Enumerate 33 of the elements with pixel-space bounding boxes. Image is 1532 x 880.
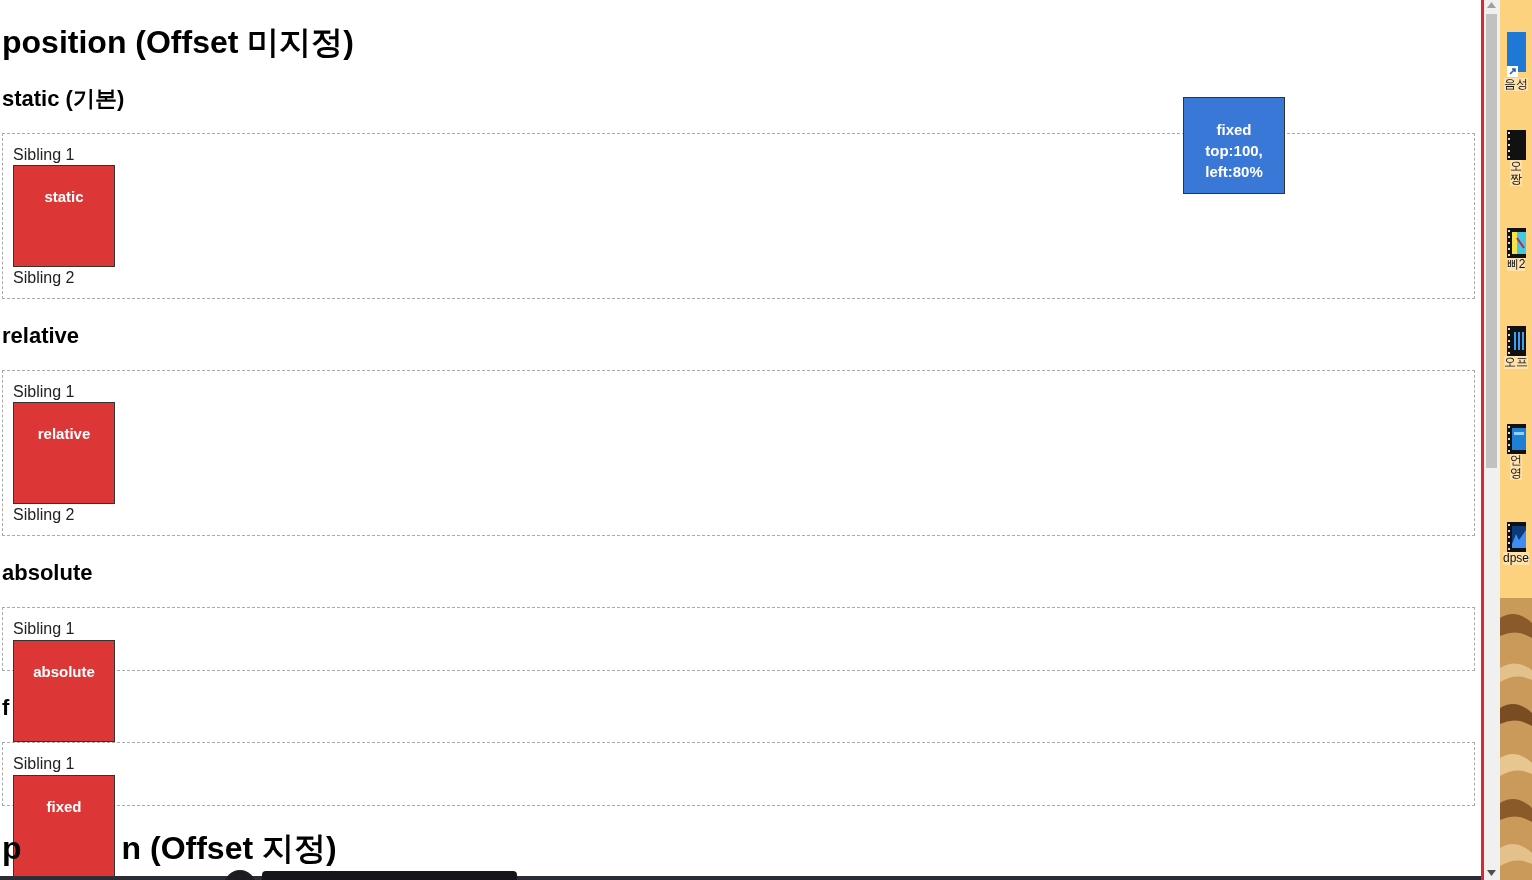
demo-box: static bbox=[13, 165, 115, 267]
icon-label: 삐2 bbox=[1506, 258, 1526, 271]
icon-label: 영 bbox=[1510, 467, 1522, 480]
page-title: position (Offset 미지정) bbox=[2, 23, 355, 62]
sibling-text: Sibling 1 bbox=[13, 382, 75, 402]
icon-label: 오프 bbox=[1504, 356, 1528, 369]
film-icon[interactable] bbox=[1506, 326, 1526, 356]
section-heading: relative bbox=[2, 322, 80, 350]
sibling-text: Sibling 2 bbox=[13, 505, 75, 525]
scrollbar[interactable] bbox=[1484, 0, 1500, 880]
sibling-text: Sibling 1 bbox=[13, 145, 75, 165]
demo-box: relative bbox=[13, 402, 115, 504]
sibling-text: Sibling 1 bbox=[13, 754, 75, 774]
film-icon[interactable] bbox=[1506, 228, 1526, 258]
section-heading: f bbox=[2, 694, 10, 722]
sibling-text: Sibling 2 bbox=[13, 268, 75, 288]
fixed-box: fixed top:100, left:80% bbox=[1183, 97, 1285, 194]
page-title: n (Offset 지정) bbox=[121, 829, 337, 868]
shortcut-icon[interactable] bbox=[1506, 32, 1526, 78]
scroll-down-icon[interactable] bbox=[1487, 870, 1496, 876]
icon-label: 음성 bbox=[1504, 78, 1528, 91]
film-icon[interactable] bbox=[1506, 424, 1526, 454]
scroll-thumb[interactable] bbox=[1486, 14, 1497, 468]
film-icon[interactable] bbox=[1506, 130, 1526, 160]
sibling-text: Sibling 1 bbox=[13, 619, 75, 639]
section-heading: static (기본) bbox=[2, 85, 125, 113]
demo-box: absolute bbox=[13, 640, 115, 742]
icon-label: dpse bbox=[1503, 552, 1529, 565]
film-icon[interactable] bbox=[1506, 522, 1526, 552]
icon-label: 언 bbox=[1510, 454, 1522, 467]
section-heading: absolute bbox=[2, 559, 93, 587]
icon-label: 오 bbox=[1510, 160, 1522, 173]
icon-label: 짱 bbox=[1510, 173, 1522, 186]
